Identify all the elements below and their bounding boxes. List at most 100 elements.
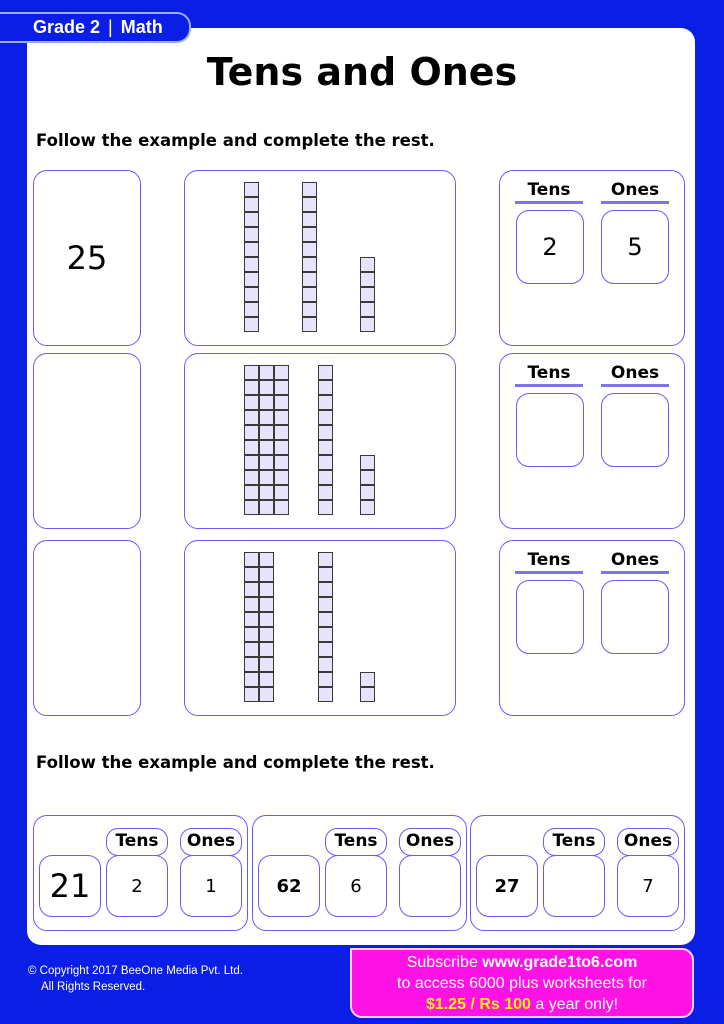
tens-answer-box: 2: [516, 210, 584, 284]
unit-cube: [317, 596, 333, 612]
ones-cubes: [359, 454, 375, 515]
tens-label: Tens: [515, 179, 583, 204]
unit-cube: [317, 499, 333, 515]
unit-cube: [258, 409, 274, 425]
unit-cube: [273, 469, 289, 485]
unit-cube: [243, 286, 259, 302]
unit-cube: [273, 364, 289, 380]
number-card[interactable]: [33, 540, 141, 716]
unit-cube: [243, 256, 259, 272]
base-ten-blocks-panel: [184, 170, 456, 346]
unit-cube: [258, 424, 274, 440]
ones-label: Ones: [601, 549, 669, 574]
subscribe-banner[interactable]: Subscribe www.grade1to6.com to access 60…: [350, 948, 694, 1018]
tens-rod: [258, 551, 274, 702]
tens-rod: [273, 364, 289, 515]
ones-label: Ones: [617, 828, 679, 856]
unit-cube: [243, 484, 259, 500]
unit-cube: [243, 379, 259, 395]
unit-cube: [317, 409, 333, 425]
tens-rod: [258, 364, 274, 515]
unit-cube: [258, 626, 274, 642]
unit-cube: [258, 611, 274, 627]
unit-cube: [258, 454, 274, 470]
grade-subject-tab: Grade 2 | Math: [0, 12, 191, 43]
unit-cube: [243, 551, 259, 567]
unit-cube: [359, 671, 375, 687]
unit-cube: [317, 581, 333, 597]
unit-cube: [243, 364, 259, 380]
section2-instruction: Follow the example and complete the rest…: [36, 753, 435, 772]
tens-answer-box[interactable]: [516, 580, 584, 654]
tens-label: Tens: [515, 362, 583, 387]
unit-cube: [243, 499, 259, 515]
number-card: 25: [33, 170, 141, 346]
unit-cube: [317, 454, 333, 470]
unit-cube: [301, 211, 317, 227]
unit-cube: [243, 686, 259, 702]
ones-answer-box: 5: [601, 210, 669, 284]
unit-cube: [243, 316, 259, 332]
unit-cube: [243, 656, 259, 672]
unit-cube: [243, 409, 259, 425]
unit-cube: [243, 196, 259, 212]
unit-cube: [273, 379, 289, 395]
tens-rod: [243, 551, 259, 702]
unit-cube: [317, 394, 333, 410]
number-card[interactable]: [33, 353, 141, 529]
unit-cube: [243, 454, 259, 470]
ones-label: Ones: [180, 828, 242, 856]
unit-cube: [243, 626, 259, 642]
tens-label: Tens: [106, 828, 168, 856]
tens-answer-box[interactable]: [516, 393, 584, 467]
unit-cube: [243, 566, 259, 582]
unit-cube: [258, 566, 274, 582]
unit-cube: [359, 686, 375, 702]
unit-cube: [243, 424, 259, 440]
unit-cube: [243, 241, 259, 257]
unit-cube: [301, 226, 317, 242]
unit-cube: [258, 686, 274, 702]
number-box: 62: [258, 855, 320, 917]
subject-label: Math: [120, 17, 163, 37]
unit-cube: [243, 301, 259, 317]
unit-cube: [243, 611, 259, 627]
promo-tail: a year only!: [530, 996, 619, 1013]
unit-cube: [317, 566, 333, 582]
unit-cube: [273, 439, 289, 455]
unit-cube: [301, 301, 317, 317]
unit-cube: [317, 671, 333, 687]
unit-cube: [317, 439, 333, 455]
number-box: 21: [39, 855, 101, 917]
tens-rod: [317, 364, 333, 515]
unit-cube: [258, 364, 274, 380]
ones-answer-box[interactable]: [601, 393, 669, 467]
promo-url-link[interactable]: www.grade1to6.com: [482, 954, 637, 971]
ones-cubes: [359, 256, 375, 332]
unit-cube: [317, 364, 333, 380]
unit-cube: [317, 641, 333, 657]
ones-answer-box[interactable]: [601, 580, 669, 654]
unit-cube: [359, 286, 375, 302]
tens-label: Tens: [543, 828, 605, 856]
tens-rod: [301, 181, 317, 332]
unit-cube: [243, 439, 259, 455]
tens-answer-box: 6: [325, 855, 387, 917]
unit-cube: [258, 394, 274, 410]
unit-cube: [273, 424, 289, 440]
tens-answer-box: 2: [106, 855, 168, 917]
unit-cube: [301, 241, 317, 257]
ones-answer-box: 1: [180, 855, 242, 917]
unit-cube: [317, 611, 333, 627]
promo-price: $1.25 / Rs 100: [425, 996, 531, 1013]
unit-cube: [359, 301, 375, 317]
unit-cube: [258, 551, 274, 567]
unit-cube: [243, 226, 259, 242]
unit-cube: [273, 454, 289, 470]
tens-answer-box[interactable]: [543, 855, 605, 917]
unit-cube: [258, 499, 274, 515]
unit-cube: [258, 656, 274, 672]
unit-cube: [258, 469, 274, 485]
ones-answer-box[interactable]: [399, 855, 461, 917]
unit-cube: [258, 581, 274, 597]
